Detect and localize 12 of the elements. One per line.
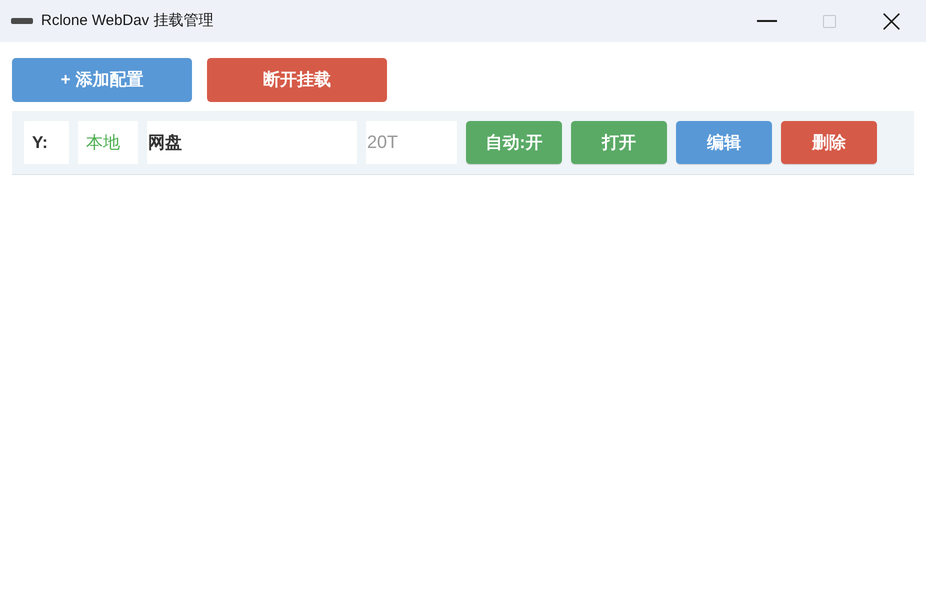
drive-letter: Y:: [24, 121, 69, 164]
mount-name: 网盘: [147, 121, 357, 164]
edit-button[interactable]: 编辑: [676, 121, 772, 164]
auto-mount-toggle[interactable]: 自动:开: [466, 121, 562, 164]
disconnect-button[interactable]: 断开挂载: [207, 58, 387, 102]
delete-button[interactable]: 删除: [781, 121, 877, 164]
open-button[interactable]: 打开: [571, 121, 667, 164]
capacity-text: 20T: [366, 121, 457, 164]
add-config-button[interactable]: + 添加配置: [12, 58, 192, 102]
drive-icon: [11, 18, 33, 24]
window-title: Rclone WebDav 挂载管理: [41, 10, 214, 31]
storage-type: 本地: [78, 121, 138, 164]
